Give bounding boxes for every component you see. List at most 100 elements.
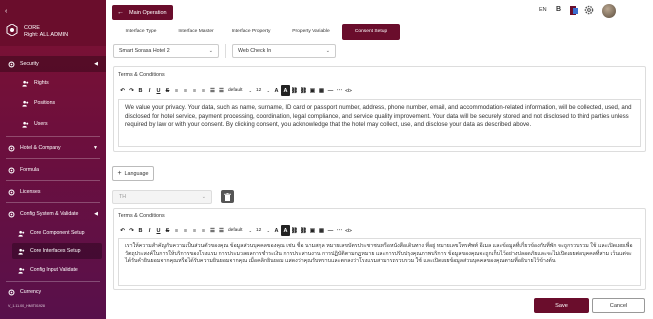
image-icon[interactable]: ▣ bbox=[308, 225, 317, 236]
sidebar-item-licenses[interactable]: Licenses bbox=[0, 184, 106, 200]
numbered-list-icon[interactable]: ☰ bbox=[217, 225, 226, 236]
horizontal-rule-icon[interactable]: ― bbox=[326, 85, 335, 96]
more-icon[interactable]: ⋯ bbox=[335, 85, 344, 96]
bg-color-icon[interactable]: A bbox=[281, 225, 290, 236]
redo-icon[interactable]: ↷ bbox=[127, 85, 136, 96]
tab-interface-property[interactable]: Interface Property bbox=[230, 24, 272, 40]
sidebar-item-security[interactable]: Security ◀ bbox=[0, 56, 106, 72]
sidebar-item-users[interactable]: Users bbox=[0, 116, 106, 132]
text-color-icon[interactable]: A bbox=[272, 85, 281, 96]
trash-icon bbox=[224, 192, 231, 201]
link-icon[interactable]: ⛓ bbox=[290, 225, 299, 236]
gear-icon bbox=[8, 289, 15, 295]
gear-icon bbox=[8, 61, 15, 67]
cancel-button[interactable]: Cancel bbox=[592, 298, 645, 313]
image-icon[interactable]: ▣ bbox=[308, 85, 317, 96]
sidebar-item-config-system[interactable]: Config System & Validate ◀ bbox=[0, 206, 106, 222]
add-language-label: Language bbox=[124, 170, 149, 177]
interface-select[interactable]: Web Check In ⌄ bbox=[232, 44, 336, 58]
align-center-icon[interactable]: ≡ bbox=[181, 85, 190, 96]
bold-icon[interactable]: B bbox=[136, 225, 145, 236]
terms-editor-en[interactable]: We value your privacy. Your data, such a… bbox=[118, 99, 641, 147]
gear-icon bbox=[8, 211, 15, 217]
link-icon[interactable]: ⛓ bbox=[290, 85, 299, 96]
align-right-icon[interactable]: ≡ bbox=[190, 225, 199, 236]
arrow-left-icon: ← bbox=[117, 9, 124, 16]
font-size-select[interactable]: 12 ⌄ bbox=[254, 225, 272, 236]
undo-icon[interactable]: ↶ bbox=[118, 225, 127, 236]
code-view-icon[interactable]: </> bbox=[344, 85, 353, 96]
unlink-icon[interactable]: ⛓ bbox=[299, 225, 308, 236]
font-family-select[interactable]: default ⌄ bbox=[226, 85, 254, 96]
sidebar-item-currency[interactable]: Currency bbox=[0, 284, 106, 300]
tab-interface-type[interactable]: Interface Type bbox=[116, 24, 166, 40]
italic-icon[interactable]: I bbox=[145, 225, 154, 236]
tab-interface-master[interactable]: Interface Master bbox=[171, 24, 221, 40]
font-size-select[interactable]: 12 ⌄ bbox=[254, 85, 272, 96]
font-family-value: default bbox=[228, 88, 243, 93]
add-language-button[interactable]: + Language bbox=[112, 166, 154, 181]
sidebar-item-hotel-company[interactable]: Hotel & Company ▼ bbox=[0, 140, 106, 156]
sidebar-item-formula[interactable]: Formula bbox=[0, 162, 106, 178]
people-icon bbox=[22, 100, 29, 107]
align-left-icon[interactable]: ≡ bbox=[172, 85, 181, 96]
profile-card-icon[interactable] bbox=[569, 5, 579, 16]
font-family-select[interactable]: default ⌄ bbox=[226, 225, 254, 236]
table-icon[interactable]: ▦ bbox=[317, 85, 326, 96]
sidebar-item-positions[interactable]: Positions bbox=[0, 95, 106, 111]
sidebar-item-label: Config System & Validate bbox=[20, 211, 79, 217]
collapse-sidebar-icon[interactable]: ‹ bbox=[5, 8, 7, 15]
bold-icon[interactable]: B bbox=[136, 85, 145, 96]
hotel-select[interactable]: Smart Sorasa Hotel 2 ⌄ bbox=[113, 44, 219, 58]
bullet-list-icon[interactable]: ☰ bbox=[208, 85, 217, 96]
table-icon[interactable]: ▦ bbox=[317, 225, 326, 236]
font-size-value: 12 bbox=[256, 88, 262, 93]
horizontal-rule-icon[interactable]: ― bbox=[326, 225, 335, 236]
delete-language-button[interactable] bbox=[221, 190, 234, 203]
justify-icon[interactable]: ≡ bbox=[199, 85, 208, 96]
sidebar-item-core-interfaces[interactable]: Core Interfaces Setup bbox=[12, 243, 102, 259]
chevron-down-icon: ⌄ bbox=[208, 48, 213, 54]
people-icon bbox=[22, 121, 29, 128]
app-info: CORE Right: ALL ADMIN bbox=[24, 25, 68, 39]
bg-color-icon[interactable]: A bbox=[281, 85, 290, 96]
tab-property-variable[interactable]: Property Variable bbox=[286, 24, 336, 40]
people-icon bbox=[18, 267, 25, 274]
terms-editor-th[interactable]: เราให้ความสำคัญกับความเป็นส่วนตัวของคุณ … bbox=[118, 238, 641, 286]
settings-gear-icon[interactable] bbox=[584, 5, 594, 15]
strikethrough-icon[interactable]: S bbox=[163, 225, 172, 236]
redo-icon[interactable]: ↷ bbox=[127, 225, 136, 236]
language-select[interactable]: TH ⌄ bbox=[112, 190, 212, 204]
sidebar-item-config-input[interactable]: Config Input Validate bbox=[0, 262, 106, 278]
more-icon[interactable]: ⋯ bbox=[335, 225, 344, 236]
underline-icon[interactable]: U bbox=[154, 225, 163, 236]
unlink-icon[interactable]: ⛓ bbox=[299, 85, 308, 96]
language-switch[interactable]: EN bbox=[539, 7, 547, 13]
gear-icon bbox=[8, 167, 15, 173]
underline-icon[interactable]: U bbox=[154, 85, 163, 96]
gear-icon bbox=[8, 145, 15, 151]
strikethrough-icon[interactable]: S bbox=[163, 85, 172, 96]
chevron-down-icon: ⌄ bbox=[325, 48, 330, 54]
save-button[interactable]: Save bbox=[534, 298, 589, 313]
tab-consent-setup[interactable]: Consent Setup bbox=[342, 24, 400, 40]
sidebar-item-rights[interactable]: Rights bbox=[0, 75, 106, 91]
italic-icon[interactable]: I bbox=[145, 85, 154, 96]
divider bbox=[225, 44, 226, 58]
justify-icon[interactable]: ≡ bbox=[199, 225, 208, 236]
avatar[interactable] bbox=[602, 4, 616, 18]
version-text: V_1.11.00_HMIT01928 bbox=[8, 304, 45, 308]
bullet-list-icon[interactable]: ☰ bbox=[208, 225, 217, 236]
b-button[interactable]: B bbox=[556, 6, 561, 13]
sidebar-header: ‹ CORE Right: ALL ADMIN bbox=[0, 0, 106, 46]
align-left-icon[interactable]: ≡ bbox=[172, 225, 181, 236]
people-icon bbox=[22, 80, 29, 87]
undo-icon[interactable]: ↶ bbox=[118, 85, 127, 96]
main-operation-button[interactable]: ← Main Operation bbox=[112, 5, 173, 20]
code-view-icon[interactable]: </> bbox=[344, 225, 353, 236]
text-color-icon[interactable]: A bbox=[272, 225, 281, 236]
align-right-icon[interactable]: ≡ bbox=[190, 85, 199, 96]
numbered-list-icon[interactable]: ☰ bbox=[217, 85, 226, 96]
sidebar-item-core-component[interactable]: Core Component Setup bbox=[0, 225, 106, 241]
align-center-icon[interactable]: ≡ bbox=[181, 225, 190, 236]
